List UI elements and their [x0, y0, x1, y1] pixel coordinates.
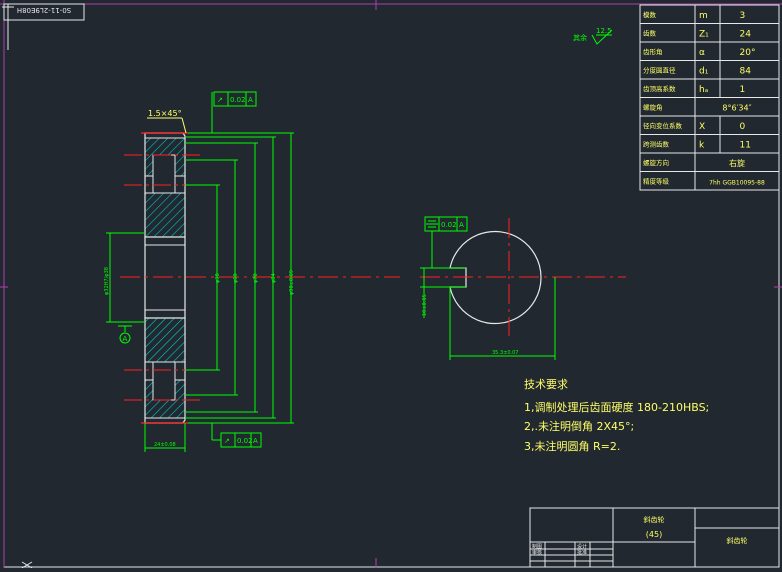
title-row-1: 制图: [532, 543, 542, 550]
gear-section-view: 1.5×45° ↗ 0.02 A ↗ 0.02 A A φ32H7/φ38 φ3…: [104, 91, 400, 452]
param-symbol: Z₁: [699, 30, 709, 40]
title-material: (45): [646, 530, 662, 539]
top-left-tag-text: S0-11-2L9E08H: [17, 6, 71, 14]
param-label: 螺旋角: [643, 103, 663, 112]
svg-text:↗: ↗: [224, 437, 230, 445]
gear-parameter-table: 模数 m 3 齿数 Z₁ 24 齿形角 α 20° 分度圆直径 d₁ 84 齿顶高系数 hₐ 1 螺旋角 8°6…: [639, 4, 780, 191]
width-dimension: 24±0.08: [144, 423, 186, 452]
param-symbol: hₐ: [699, 85, 708, 95]
param-value: 24: [740, 30, 752, 40]
bore-dim-text: φ32H7/φ38: [104, 267, 110, 295]
param-label: 齿顶高系数: [643, 84, 676, 93]
param-symbol: k: [699, 141, 705, 151]
runout-tolerance-bottom: ↗ 0.02 A: [211, 423, 262, 448]
chamfer-label: 1.5×45°: [148, 109, 182, 118]
dim-90: φ90±0.09: [289, 270, 295, 295]
symmetry-datum: A: [459, 221, 464, 229]
title-row-4: 批准: [577, 549, 587, 556]
runout-bottom-value: 0.02: [237, 437, 253, 445]
svg-text:↗: ↗: [217, 96, 223, 104]
title-block: 斜齿轮 (45) 斜齿轮 制图 审核 设计 批准: [529, 507, 780, 568]
param-symbol: d₁: [699, 67, 709, 77]
param-symbol: α: [699, 48, 705, 58]
roughness-value: 12.5: [596, 27, 612, 35]
param-value: 1: [740, 85, 746, 95]
tech-req-title: 技术要求: [524, 378, 568, 391]
title-part-name: 斜齿轮: [644, 515, 665, 524]
dim-78: φ78: [253, 273, 259, 283]
gear-side-view: 0.02 A 10±0.05 35.3±0.07: [420, 216, 626, 360]
param-label: 分度圆直径: [643, 66, 676, 75]
symmetry-tolerance: 0.02 A: [424, 216, 468, 268]
param-value: 8°6′34″: [722, 104, 751, 113]
param-label: 精度等级: [643, 177, 670, 186]
diameter-dimensions: φ38 φ60 φ78 φ84 φ90±0.09: [185, 132, 295, 424]
runout-tolerance-top: ↗ 0.02 A: [211, 91, 257, 133]
param-symbol: m: [699, 11, 708, 21]
tech-req-item-1: 1,调制处理后齿面硬度 180-210HBS;: [524, 400, 709, 414]
width-dim-text: 24±0.08: [154, 442, 176, 448]
drawing-svg: S0-11-2L9E08H 模数 m 3 齿数 Z₁ 24 齿形角 α 20° 分度圆直径 d₁ 84…: [0, 0, 782, 569]
title-row-2: 审核: [532, 549, 542, 556]
tech-req-item-2: 2,.未注明倒角 2X45°;: [524, 419, 634, 433]
datum-a-marker: A: [118, 325, 132, 344]
param-label: 模数: [643, 10, 657, 19]
runout-bottom-datum: A: [253, 437, 258, 445]
param-value: 0: [740, 122, 746, 132]
roughness-symbol: 其余 12.5: [573, 27, 613, 45]
keyway-dimension: 10±0.05: [420, 267, 466, 318]
tech-req-item-3: 3,未注明圆角 R=2.: [524, 439, 620, 453]
param-symbol: X: [699, 122, 705, 132]
technical-requirements: 技术要求 1,调制处理后齿面硬度 180-210HBS; 2,.未注明倒角 2X…: [524, 378, 709, 453]
param-label: 径向变位系数: [643, 121, 683, 130]
bore-height-text: 35.3±0.07: [492, 350, 518, 356]
param-value: 7hh GGB10095-88: [709, 180, 765, 187]
dim-38: φ38: [215, 273, 221, 283]
param-value: 84: [740, 67, 752, 77]
keyway-dim-text: 10±0.05: [422, 294, 428, 316]
runout-top-datum: A: [248, 96, 253, 104]
top-left-tag: S0-11-2L9E08H: [2, 3, 85, 50]
param-value: 20°: [740, 48, 756, 58]
runout-top-value: 0.02: [230, 96, 246, 104]
param-label: 螺旋方向: [643, 158, 669, 167]
dim-60: φ60: [233, 273, 239, 283]
roughness-prefix: 其余: [573, 33, 587, 42]
param-value: 右旋: [729, 158, 745, 168]
param-label: 跨测齿数: [643, 140, 670, 149]
cad-drawing-canvas[interactable]: S0-11-2L9E08H 模数 m 3 齿数 Z₁ 24 齿形角 α 20° 分度圆直径 d₁ 84…: [0, 0, 782, 569]
param-label: 齿数: [643, 29, 657, 38]
dim-84: φ84: [271, 273, 277, 283]
title-drawing-name: 斜齿轮: [727, 536, 748, 545]
param-value: 11: [740, 141, 751, 151]
datum-a-label: A: [123, 335, 128, 343]
symmetry-value: 0.02: [441, 221, 457, 229]
param-value: 3: [740, 11, 746, 21]
param-label: 齿形角: [643, 47, 663, 56]
title-row-3: 设计: [577, 543, 587, 550]
